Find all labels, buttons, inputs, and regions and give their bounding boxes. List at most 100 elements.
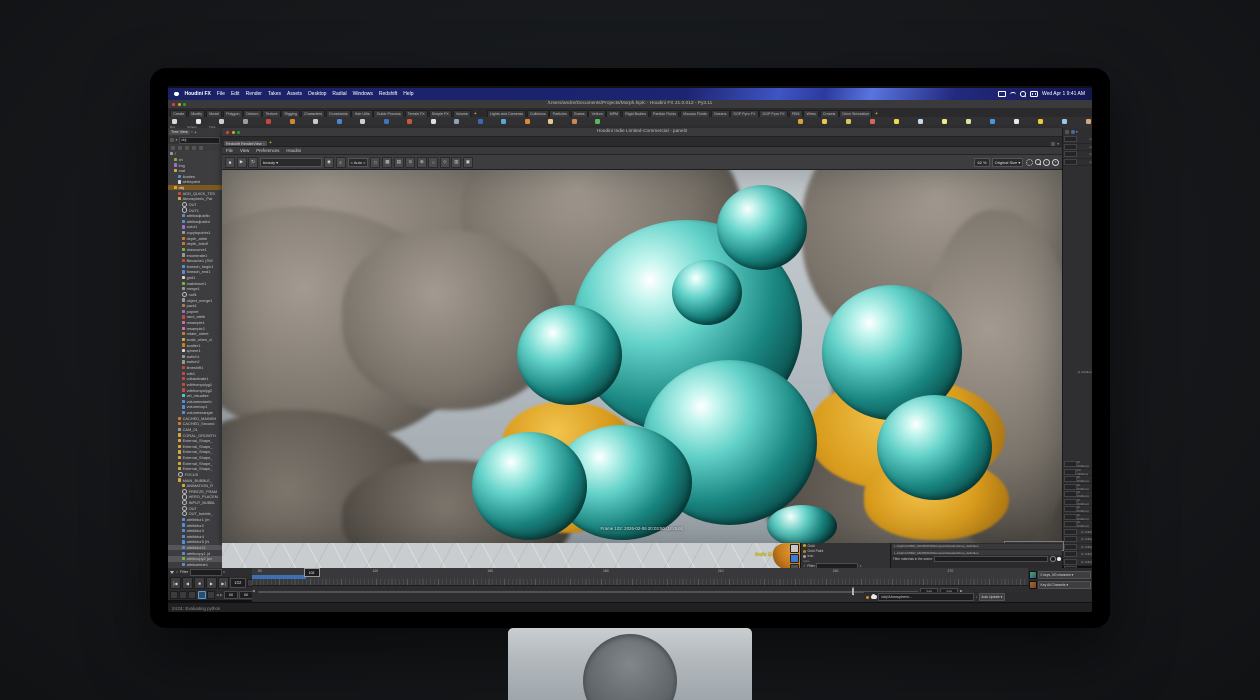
lock-icon[interactable]: □ <box>370 157 380 168</box>
shelf-tab[interactable]: SOP Pyro FX <box>730 110 758 117</box>
children-row[interactable]: (1 child) <box>1063 529 1092 537</box>
transport-button[interactable]: ▶ <box>206 577 217 589</box>
scene-filter-input[interactable] <box>934 556 1048 563</box>
audio-toggle-icon[interactable] <box>179 591 187 599</box>
image-size-dropdown[interactable]: Original Size ▾ <box>992 158 1024 167</box>
shelf-tool-icon[interactable] <box>407 119 412 124</box>
panel-menu-item[interactable]: Houdini <box>286 148 301 153</box>
tab-tree-view[interactable]: Tree View <box>169 130 190 135</box>
shelf-tab[interactable]: Wires <box>803 110 819 117</box>
shelf-tab[interactable]: Drive Simulation <box>839 110 872 117</box>
minimize-button[interactable] <box>178 103 181 106</box>
shelf-tool-icon[interactable] <box>870 119 875 124</box>
shelf-tool-icon[interactable] <box>454 119 459 124</box>
view-toggle-icon[interactable]: ▦ <box>382 157 392 168</box>
node-sphere-icon[interactable] <box>1071 130 1075 134</box>
timeline-ruler[interactable]: 90120150180210240270 102 <box>252 568 1028 586</box>
shelf-tab[interactable]: Lights and Cameras <box>487 110 526 117</box>
shelf-tab[interactable]: Viscous Fluids <box>680 110 710 117</box>
shelf-tool-icon[interactable] <box>548 119 553 124</box>
shelf-tab[interactable]: Grains <box>571 110 588 117</box>
checkmark-icon[interactable]: ✓ <box>176 570 179 574</box>
shelf-tab[interactable]: Polygon <box>223 110 243 117</box>
render-mid-icon[interactable]: ≡ <box>336 157 346 168</box>
keys-summary-dropdown[interactable]: 0 keys, 0/0 channels ▾ <box>1038 571 1091 579</box>
swap-arrows-icon[interactable]: ↕ <box>976 595 978 599</box>
shelf-tool-icon[interactable] <box>525 119 530 124</box>
menu-app-name[interactable]: Houdini FX <box>185 91 211 97</box>
pane-menu-icon[interactable] <box>1051 142 1055 146</box>
range-start-field[interactable]: 88 <box>224 591 238 599</box>
menu-item[interactable]: Windows <box>353 91 373 97</box>
shelf-tool-icon[interactable] <box>478 119 483 124</box>
render-control-icon[interactable]: ↻ <box>248 157 258 168</box>
shelf-tab[interactable]: Terrain FX <box>405 110 428 117</box>
shelf-tool-icon[interactable] <box>360 119 365 124</box>
children-row[interactable]: (1 child) <box>1063 559 1092 567</box>
playhead-marker[interactable]: 102 <box>304 568 320 577</box>
tab-redshift-renderview[interactable]: Redshift RenderView × <box>224 141 267 146</box>
transport-button[interactable]: ▶| <box>218 577 229 589</box>
stow-button-blue[interactable] <box>790 554 799 563</box>
children-row[interactable]: (1 child) <box>1063 544 1092 552</box>
plug-icon[interactable]: ⇜ <box>1089 160 1092 164</box>
control-center-icon[interactable] <box>1030 91 1038 97</box>
spotlight-search-icon[interactable] <box>1020 91 1026 97</box>
shelf-tab[interactable]: Modify <box>188 110 205 117</box>
view-toggle-icon[interactable]: ▥ <box>451 157 461 168</box>
shelf-tab[interactable]: Characters <box>301 110 325 117</box>
panel-menu-item[interactable]: Preferences <box>256 148 279 153</box>
shelf-tool-icon[interactable] <box>572 119 577 124</box>
shelf-tool-icon[interactable] <box>313 119 318 124</box>
range-left-arrow-icon[interactable]: ◀ <box>252 589 255 593</box>
chevron-down-icon[interactable]: ▾ <box>176 138 178 142</box>
panel-menu-item[interactable]: File <box>226 148 233 153</box>
channel-thumbnail-icon[interactable] <box>1029 571 1037 579</box>
magnifier-icon[interactable] <box>1035 159 1041 165</box>
screen-mirroring-icon[interactable] <box>998 91 1007 98</box>
shelf-tool-icon[interactable] <box>595 119 600 124</box>
shelf-tool-icon[interactable] <box>1062 119 1067 124</box>
shelf-tab[interactable]: Texture <box>262 110 280 117</box>
children-row[interactable]: (0 children) <box>1063 521 1092 529</box>
shelf-tab[interactable]: Volume <box>453 110 472 117</box>
key-all-channels-dropdown[interactable]: Key All Channels ▾ <box>1038 581 1091 589</box>
tree-tool-icon[interactable] <box>178 146 182 150</box>
shop-path-row[interactable]: ▸ /obj/CACHED_MAINSHAPE/uvquickshade1/sh… <box>892 544 1062 550</box>
key-thumbnail-icon[interactable] <box>1029 581 1037 589</box>
menu-item[interactable]: Help <box>403 91 413 97</box>
render-control-icon[interactable]: ▶ <box>237 157 247 168</box>
menu-item[interactable]: File <box>217 91 225 97</box>
transport-button[interactable]: ◀ <box>182 577 193 589</box>
help-icon[interactable]: ? <box>1052 159 1059 166</box>
menu-item[interactable]: Render <box>246 91 262 97</box>
menu-item[interactable]: Assets <box>287 91 302 97</box>
param-field[interactable] <box>1064 136 1077 142</box>
shelf-tool-icon[interactable] <box>894 119 899 124</box>
toggle-dark-icon[interactable] <box>1050 556 1056 562</box>
shelf-tool-icon[interactable] <box>918 119 923 124</box>
shelf-tool-icon[interactable] <box>966 119 971 124</box>
shelf-tab[interactable]: Guide Process <box>373 110 404 117</box>
view-toggle-icon[interactable]: ▣ <box>463 157 473 168</box>
panel-menu-item[interactable]: View <box>240 148 249 153</box>
cloud-icon[interactable] <box>871 595 877 599</box>
tab-close-icon[interactable]: × <box>191 130 193 134</box>
zoom-level-field[interactable]: 62 % <box>974 158 989 167</box>
shelf-tool-icon[interactable] <box>846 119 851 124</box>
shelf-tab[interactable]: Create <box>170 110 187 117</box>
render-mid-icon[interactable]: ◉ <box>324 157 334 168</box>
transport-button[interactable]: |◀ <box>170 577 181 589</box>
shelf-tool-icon[interactable] <box>990 119 995 124</box>
shelf-tool-icon[interactable] <box>1086 119 1091 124</box>
shelf-tab[interactable]: Deform <box>243 110 261 117</box>
view-toggle-icon[interactable]: ○ <box>428 157 438 168</box>
param-field[interactable] <box>1064 151 1077 157</box>
tree-node[interactable]: attribdelete1 <box>168 562 222 568</box>
close-button[interactable] <box>172 103 175 106</box>
tab-add-icon[interactable]: + <box>194 130 197 135</box>
wifi-icon[interactable] <box>1010 92 1016 97</box>
zoom-button[interactable] <box>237 131 240 134</box>
shelf-tab[interactable]: Crowds <box>820 110 839 117</box>
tab-close-icon[interactable]: × <box>263 142 265 146</box>
